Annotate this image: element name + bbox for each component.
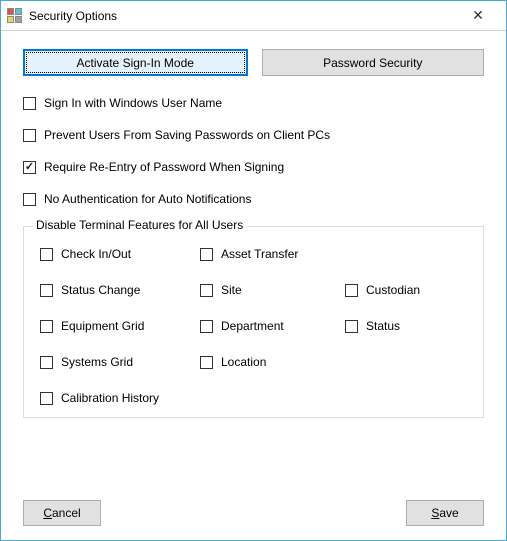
location-checkbox[interactable]	[200, 356, 213, 369]
prevent-save-checkbox[interactable]	[23, 129, 36, 142]
calibration-history-option[interactable]: Calibration History	[40, 391, 200, 405]
disable-group-legend: Disable Terminal Features for All Users	[32, 218, 247, 232]
save-button[interactable]: Save	[406, 500, 484, 526]
save-button-label: Save	[431, 506, 458, 520]
asset-transfer-option[interactable]: Asset Transfer	[200, 247, 345, 261]
close-button[interactable]: ✕	[458, 2, 498, 30]
calibration-history-label: Calibration History	[61, 391, 159, 405]
signin-windows-checkbox[interactable]	[23, 97, 36, 110]
password-security-button[interactable]: Password Security	[262, 49, 485, 76]
security-options-window: Security Options ✕ Activate Sign-In Mode…	[0, 0, 507, 541]
status-change-label: Status Change	[61, 283, 140, 297]
require-reentry-label: Require Re-Entry of Password When Signin…	[44, 160, 284, 174]
status-label: Status	[366, 319, 400, 333]
prevent-save-option[interactable]: Prevent Users From Saving Passwords on C…	[23, 128, 484, 142]
equipment-grid-option[interactable]: Equipment Grid	[40, 319, 200, 333]
no-auth-auto-label: No Authentication for Auto Notifications	[44, 192, 251, 206]
close-icon: ✕	[472, 7, 484, 24]
cancel-button[interactable]: Cancel	[23, 500, 101, 526]
status-option[interactable]: Status	[345, 319, 465, 333]
check-in-out-option[interactable]: Check In/Out	[40, 247, 200, 261]
department-checkbox[interactable]	[200, 320, 213, 333]
status-checkbox[interactable]	[345, 320, 358, 333]
dialog-footer: Cancel Save	[23, 482, 484, 526]
signin-windows-label: Sign In with Windows User Name	[44, 96, 222, 110]
cancel-button-label: Cancel	[43, 506, 80, 520]
mode-buttons: Activate Sign-In Mode Password Security	[23, 49, 484, 76]
custodian-label: Custodian	[366, 283, 420, 297]
custodian-option[interactable]: Custodian	[345, 283, 465, 297]
disable-terminal-features-group: Disable Terminal Features for All Users …	[23, 226, 484, 418]
client-area: Activate Sign-In Mode Password Security …	[1, 31, 506, 540]
asset-transfer-label: Asset Transfer	[221, 247, 298, 261]
no-auth-auto-checkbox[interactable]	[23, 193, 36, 206]
systems-grid-option[interactable]: Systems Grid	[40, 355, 200, 369]
activate-signin-mode-button[interactable]: Activate Sign-In Mode	[23, 49, 248, 76]
titlebar: Security Options ✕	[1, 1, 506, 31]
asset-transfer-checkbox[interactable]	[200, 248, 213, 261]
prevent-save-label: Prevent Users From Saving Passwords on C…	[44, 128, 330, 142]
require-reentry-option[interactable]: Require Re-Entry of Password When Signin…	[23, 160, 484, 174]
department-label: Department	[221, 319, 284, 333]
department-option[interactable]: Department	[200, 319, 345, 333]
systems-grid-checkbox[interactable]	[40, 356, 53, 369]
status-change-option[interactable]: Status Change	[40, 283, 200, 297]
window-title: Security Options	[29, 9, 117, 23]
custodian-checkbox[interactable]	[345, 284, 358, 297]
disable-features-grid: Check In/Out Asset Transfer Status Chang…	[40, 247, 467, 405]
site-option[interactable]: Site	[200, 283, 345, 297]
check-in-out-label: Check In/Out	[61, 247, 131, 261]
site-label: Site	[221, 283, 242, 297]
no-auth-auto-option[interactable]: No Authentication for Auto Notifications	[23, 192, 484, 206]
calibration-history-checkbox[interactable]	[40, 392, 53, 405]
check-in-out-checkbox[interactable]	[40, 248, 53, 261]
password-security-label: Password Security	[323, 56, 422, 70]
equipment-grid-label: Equipment Grid	[61, 319, 144, 333]
status-change-checkbox[interactable]	[40, 284, 53, 297]
app-icon	[7, 8, 23, 24]
signin-windows-option[interactable]: Sign In with Windows User Name	[23, 96, 484, 110]
activate-signin-mode-label: Activate Sign-In Mode	[77, 56, 194, 70]
require-reentry-checkbox[interactable]	[23, 161, 36, 174]
equipment-grid-checkbox[interactable]	[40, 320, 53, 333]
location-label: Location	[221, 355, 266, 369]
systems-grid-label: Systems Grid	[61, 355, 133, 369]
site-checkbox[interactable]	[200, 284, 213, 297]
location-option[interactable]: Location	[200, 355, 345, 369]
